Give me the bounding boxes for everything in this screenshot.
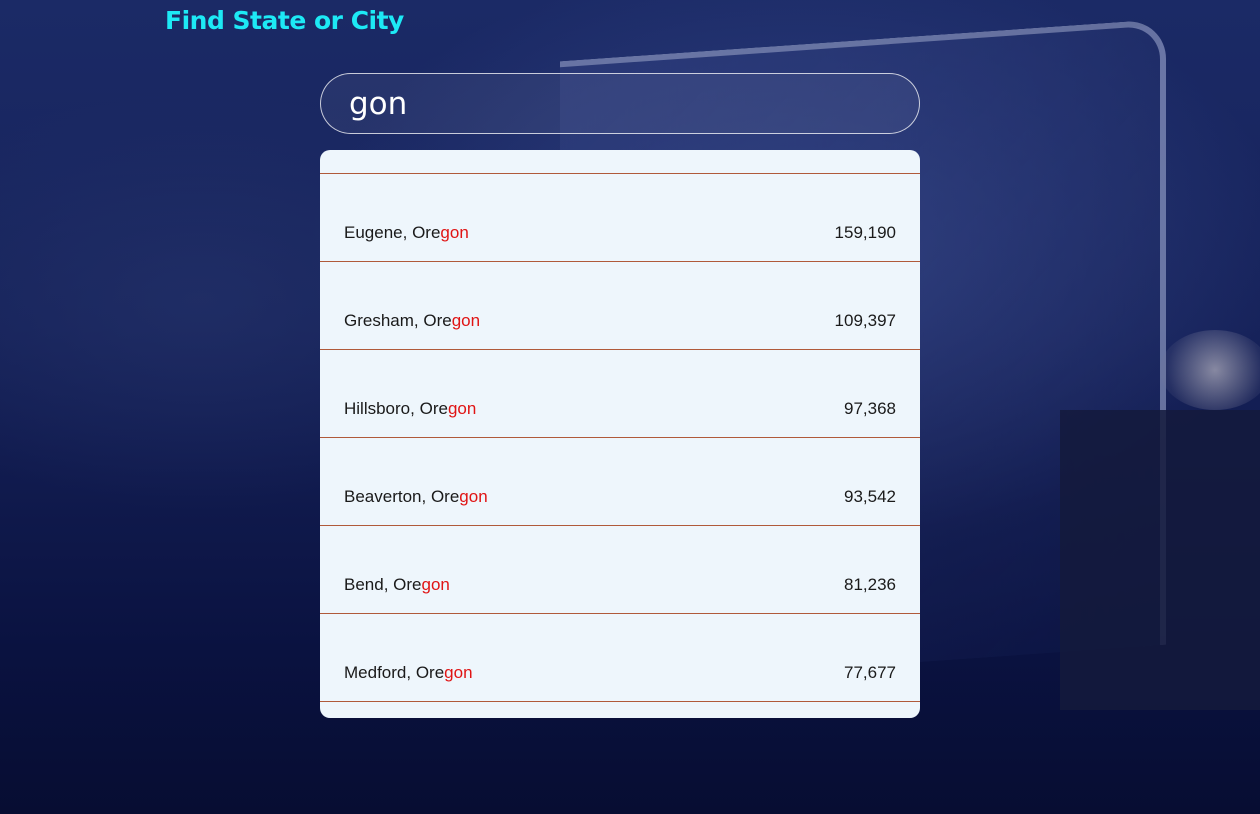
place-name: Medford, Oregon [344,663,473,682]
state-prefix: Ore [419,399,448,418]
search-input[interactable] [320,73,920,134]
population-value: 159,190 [834,223,896,242]
population-value: 97,368 [844,399,896,418]
list-item[interactable]: Beaverton, Oregon 93,542 [320,438,920,526]
plant-background-decoration [1160,330,1260,410]
place-name: Hillsboro, Oregon [344,399,477,418]
suggestions-list: Eugene, Oregon 159,190 Gresham, Oregon 1… [320,150,920,718]
place-name: Gresham, Oregon [344,311,481,330]
city-name: Bend [344,575,384,594]
match-highlight: gon [459,487,488,506]
city-name: Medford [344,663,407,682]
city-name: Beaverton [344,487,422,506]
list-item[interactable]: Bend, Oregon 81,236 [320,526,920,614]
city-name: Eugene [344,223,403,242]
place-name: Eugene, Oregon [344,223,469,242]
match-highlight: gon [421,575,450,594]
city-name: Gresham [344,311,414,330]
state-prefix: Ore [415,663,445,682]
shelf-background-decoration [1060,410,1260,710]
city-name: Hillsboro [344,399,411,418]
population-value: 109,397 [834,311,896,330]
list-item[interactable]: Medford, Oregon 77,677 [320,614,920,702]
population-value: 81,236 [844,575,896,594]
state-prefix: Ore [412,223,441,242]
match-highlight: gon [447,399,477,418]
state-prefix: Ore [430,487,460,506]
list-item[interactable]: Hillsboro, Oregon 97,368 [320,350,920,438]
list-top-divider [320,150,920,174]
match-highlight: gon [444,663,473,682]
population-value: 77,677 [844,663,896,682]
list-item[interactable]: Gresham, Oregon 109,397 [320,262,920,350]
place-name: Bend, Oregon [344,575,450,594]
page-title: Find State or City [165,6,404,35]
population-value: 93,542 [844,487,896,506]
match-highlight: gon [440,223,469,242]
match-highlight: gon [451,311,481,330]
state-prefix: Ore [423,311,452,330]
list-item[interactable]: Eugene, Oregon 159,190 [320,174,920,262]
place-name: Beaverton, Oregon [344,487,488,506]
state-prefix: Ore [393,575,422,594]
